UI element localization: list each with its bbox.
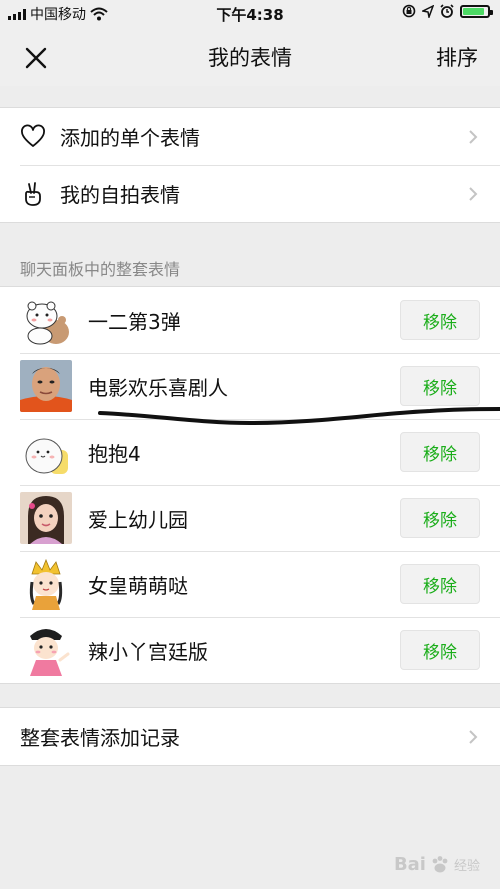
menu-item-label: 我的自拍表情 — [60, 183, 180, 207]
remove-button[interactable]: 移除 — [400, 630, 480, 670]
status-bar: 中国移动 下午4:38 — [0, 0, 500, 26]
pack-name: 电影欢乐喜剧人 — [88, 375, 228, 400]
hand-gesture-icon — [25, 181, 41, 206]
remove-button[interactable]: 移除 — [400, 300, 480, 340]
sticker-thumbnail — [20, 558, 72, 610]
list-item[interactable]: 电影欢乐喜剧人 移除 — [0, 353, 500, 419]
list-item[interactable]: 辣小丫宫廷版 移除 — [0, 617, 500, 683]
sticker-thumbnail — [20, 624, 72, 676]
rotation-lock-icon — [402, 4, 416, 18]
sticker-thumbnail — [20, 492, 72, 544]
sticker-thumbnail — [20, 294, 72, 346]
remove-button[interactable]: 移除 — [400, 366, 480, 406]
remove-button[interactable]: 移除 — [400, 498, 480, 538]
chevron-right-icon — [469, 729, 478, 744]
alarm-icon — [440, 4, 454, 18]
pack-name: 抱抱4 — [88, 441, 141, 466]
watermark-suffix: 经验 — [453, 859, 480, 874]
list-item[interactable]: 女皇萌萌哒 移除 — [0, 551, 500, 617]
page-title: 我的表情 — [208, 46, 292, 70]
remove-button[interactable]: 移除 — [400, 564, 480, 604]
chevron-right-icon — [469, 129, 478, 144]
pack-name: 辣小丫宫廷版 — [88, 639, 208, 664]
remove-button[interactable]: 移除 — [400, 432, 480, 472]
section-header: 聊天面板中的整套表情 — [20, 260, 181, 279]
watermark: Bai 经验 — [394, 854, 480, 875]
menu-item-pack-history[interactable]: 整套表情添加记录 — [0, 708, 500, 765]
bottom-menu-group: 整套表情添加记录 — [0, 707, 500, 766]
heart-outline-icon — [21, 124, 45, 147]
top-menu-group: 添加的单个表情 我的自拍表情 — [0, 107, 500, 223]
battery-icon — [460, 4, 493, 18]
status-right — [402, 4, 493, 18]
sort-button[interactable]: 排序 — [436, 42, 478, 72]
pack-name: 爱上幼儿园 — [88, 507, 188, 532]
list-item[interactable]: 抱抱4 移除 — [0, 419, 500, 485]
list-item[interactable]: 爱上幼儿园 移除 — [0, 485, 500, 551]
menu-item-selfie-stickers[interactable]: 我的自拍表情 — [0, 165, 500, 222]
location-icon — [422, 4, 434, 18]
sticker-thumbnail — [20, 360, 72, 412]
menu-item-label: 整套表情添加记录 — [20, 726, 180, 750]
sticker-thumbnail — [20, 426, 72, 478]
watermark-brand: Bai — [393, 854, 426, 875]
nav-bar: 我的表情 排序 — [0, 26, 500, 86]
menu-item-label: 添加的单个表情 — [60, 126, 200, 150]
menu-item-single-stickers[interactable]: 添加的单个表情 — [0, 108, 500, 165]
pack-name: 女皇萌萌哒 — [88, 573, 188, 598]
sticker-pack-list: 一二第3弹 移除 电影欢乐喜剧人 移除 抱抱4 移除 爱上幼儿园 移除 女皇萌萌… — [0, 286, 500, 684]
list-item[interactable]: 一二第3弹 移除 — [0, 287, 500, 353]
battery-fill — [463, 7, 485, 15]
pack-name: 一二第3弹 — [88, 309, 181, 334]
paw-icon — [432, 855, 448, 872]
chevron-right-icon — [469, 186, 478, 201]
